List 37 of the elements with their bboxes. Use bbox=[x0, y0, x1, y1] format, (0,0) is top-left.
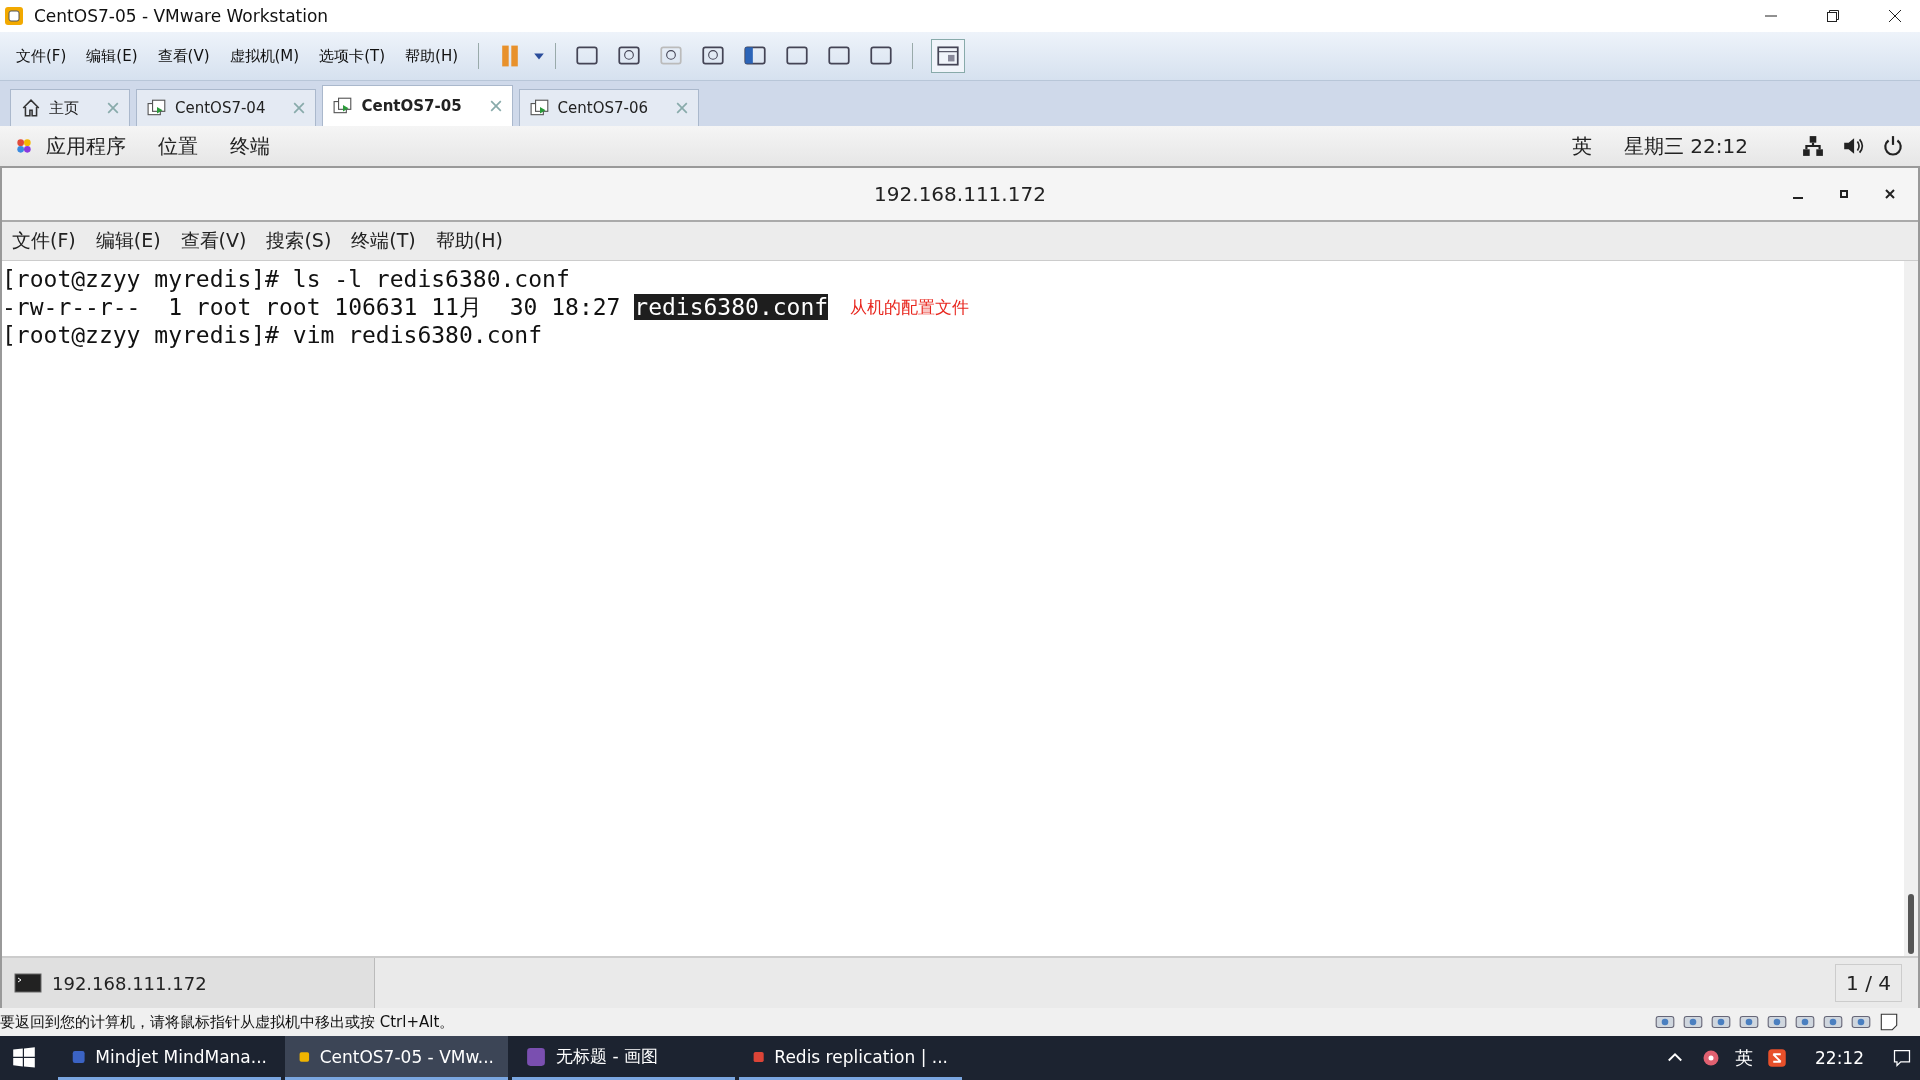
status-message: 要返回到您的计算机，请将鼠标指针从虚拟机中移出或按 Ctrl+Alt。 bbox=[0, 1012, 455, 1032]
menu-item[interactable]: 编辑(E) bbox=[86, 46, 138, 66]
menu-item[interactable]: 终端(T) bbox=[351, 228, 416, 254]
menu-item[interactable]: 编辑(E) bbox=[95, 228, 161, 254]
menu-item[interactable]: 查看(V) bbox=[180, 228, 247, 254]
terminal-title: 192.168.111.172 bbox=[874, 182, 1046, 206]
terminal-text: -rw-r--r-- 1 root root 106631 11月 30 18:27 bbox=[2, 292, 622, 322]
input-method[interactable]: 英 bbox=[1572, 132, 1592, 160]
menu-item[interactable]: 查看(V) bbox=[157, 46, 210, 66]
menu-item[interactable]: 文件(F) bbox=[12, 228, 76, 254]
input-method[interactable]: 英 bbox=[1735, 1046, 1753, 1070]
window-title: CentOS7-05 - VMware Workstation bbox=[34, 6, 329, 26]
panel-menu[interactable]: 应用程序 bbox=[46, 132, 126, 160]
taskbar-clock[interactable]: 22:12 bbox=[1815, 1048, 1864, 1068]
taskbar-item[interactable]: 无标题 - 画图 bbox=[512, 1036, 735, 1080]
menu-item[interactable]: 虚拟机(M) bbox=[229, 46, 300, 66]
clock[interactable]: 星期三 22:12 bbox=[1624, 132, 1748, 160]
tab[interactable]: CentOS7-04 bbox=[136, 89, 317, 126]
taskbar-item[interactable]: Redis replication | ... bbox=[739, 1036, 962, 1080]
annotation: 从机的配置文件 bbox=[850, 295, 970, 319]
tab[interactable]: CentOS7-05 bbox=[322, 85, 513, 126]
terminal-text: [root@zzyy myredis]# ls -l redis6380.conf bbox=[2, 266, 570, 292]
menu-item[interactable]: 帮助(H) bbox=[405, 46, 458, 66]
page-counter: 1 / 4 bbox=[1835, 964, 1902, 1002]
panel-menu[interactable]: 终端 bbox=[230, 132, 270, 160]
terminal-text: [root@zzyy myredis]# vim redis6380.conf bbox=[2, 322, 543, 348]
selected-text: redis6380.conf bbox=[634, 294, 829, 320]
tab[interactable]: CentOS7-06 bbox=[518, 89, 700, 126]
menu-item[interactable]: 搜索(S) bbox=[266, 228, 332, 254]
taskbar-item[interactable]: Mindjet MindMana... bbox=[58, 1036, 281, 1080]
terminal-tab[interactable]: 192.168.111.172 bbox=[2, 958, 375, 1008]
tab[interactable]: 主页 bbox=[10, 89, 130, 126]
menu-item[interactable]: 帮助(H) bbox=[435, 228, 503, 254]
menu-item[interactable]: 选项卡(T) bbox=[319, 46, 386, 66]
taskbar-item[interactable]: CentOS7-05 - VMw... bbox=[285, 1036, 508, 1080]
panel-menu[interactable]: 位置 bbox=[158, 132, 198, 160]
menu-item[interactable]: 文件(F) bbox=[16, 46, 67, 66]
